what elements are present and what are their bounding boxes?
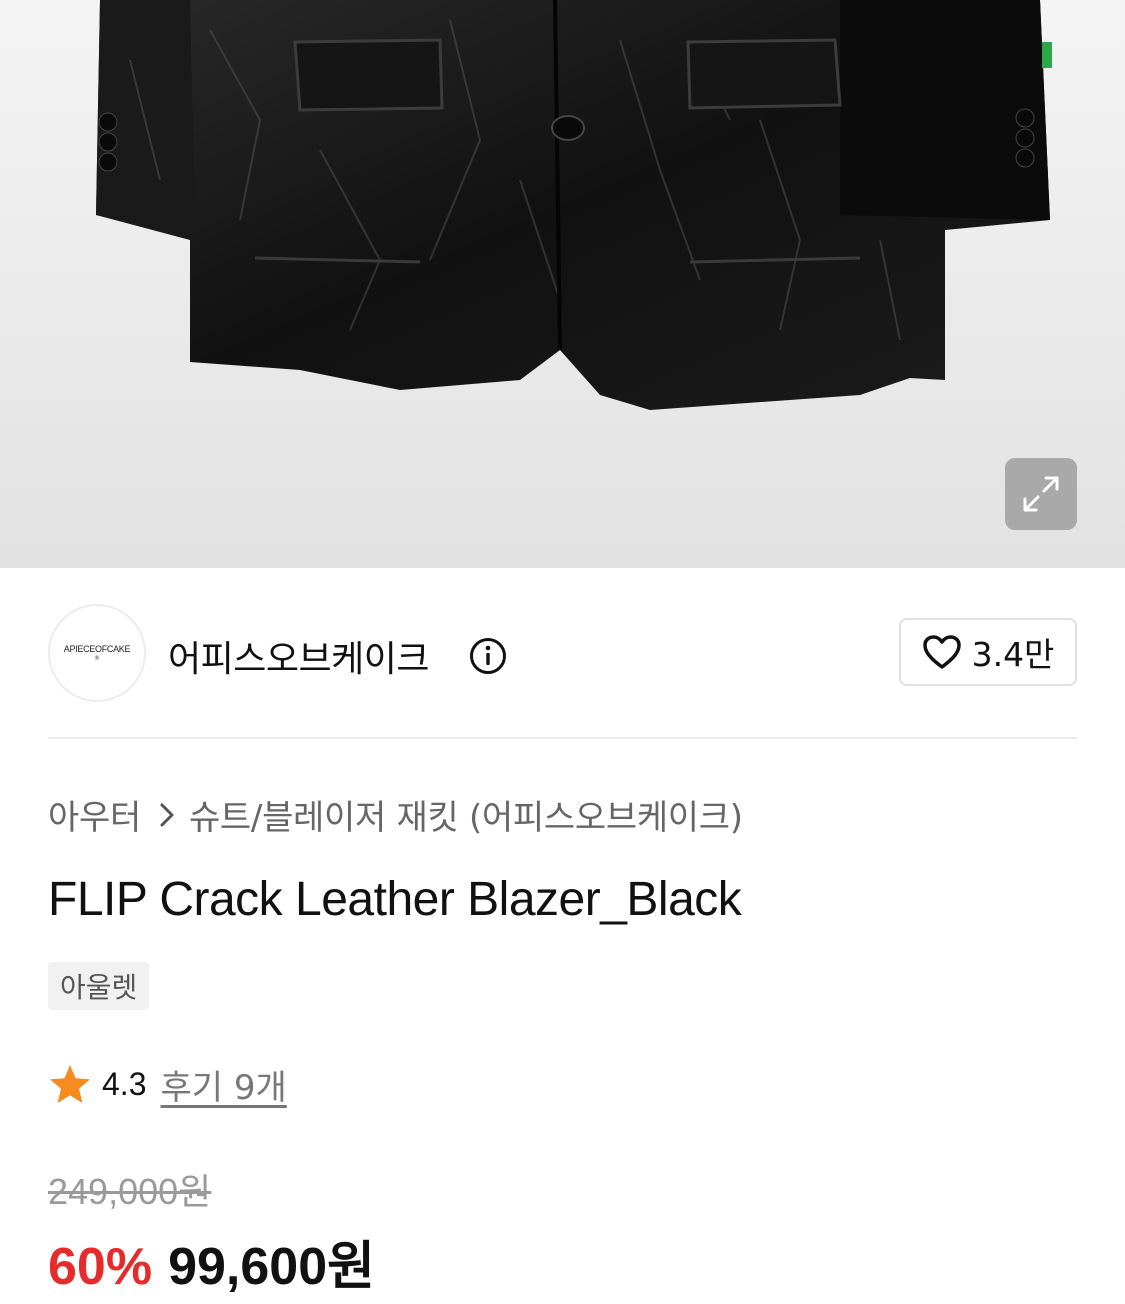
heart-outline-icon <box>922 635 961 669</box>
info-circle-icon[interactable] <box>469 637 507 675</box>
brand-logo-mark: ® <box>94 655 100 662</box>
brand-name[interactable]: 어피스오브케이크 <box>168 630 429 682</box>
leather-blazer-image <box>96 0 1052 410</box>
like-button[interactable]: 3.4만 <box>899 618 1077 686</box>
sale-price: 99,600원 <box>168 1238 375 1296</box>
review-count-link[interactable]: 후기 9개 <box>160 1060 286 1109</box>
brand-row: APIECEOFCAKE ® 어피스오브케이크 3.4만 <box>48 604 1077 702</box>
chevron-right-icon <box>159 802 175 828</box>
star-icon <box>50 1064 90 1103</box>
like-count: 3.4만 <box>971 635 1055 674</box>
original-price: 249,000원 <box>48 1171 212 1212</box>
product-title: FLIP Crack Leather Blazer_Black <box>48 873 742 926</box>
expand-image-button[interactable] <box>1005 458 1077 530</box>
breadcrumb-item-category[interactable]: 슈트/블레이저 재킷 (어피스오브케이크) <box>189 790 743 839</box>
product-image[interactable] <box>0 0 1125 568</box>
brand-logo-text: APIECEOFCAKE <box>63 644 131 654</box>
expand-arrows-icon <box>1023 476 1059 512</box>
breadcrumb: 아우터 슈트/블레이저 재킷 (어피스오브케이크) <box>48 790 743 839</box>
discount-rate: 60% <box>48 1238 153 1296</box>
price-row: 60% 99,600원 <box>48 1224 375 1299</box>
rating-value: 4.3 <box>102 1066 147 1102</box>
breadcrumb-item-outer[interactable]: 아우터 <box>48 790 141 839</box>
rating-row: 4.3 후기 9개 <box>48 1060 287 1109</box>
brand-logo[interactable]: APIECEOFCAKE ® <box>48 604 146 702</box>
divider <box>48 737 1077 739</box>
outlet-badge: 아울렛 <box>48 962 150 1010</box>
